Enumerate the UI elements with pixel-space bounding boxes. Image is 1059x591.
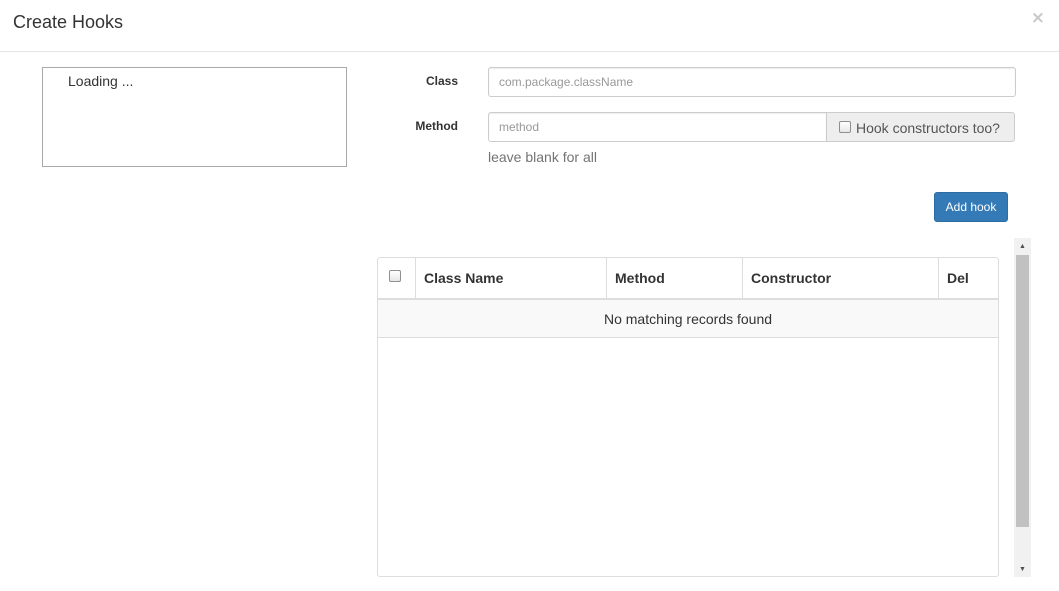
hooks-table: Class Name Method Constructor Del No mat… xyxy=(377,257,999,577)
close-icon[interactable]: × xyxy=(1031,10,1045,27)
method-help-text: leave blank for all xyxy=(488,149,597,165)
select-all-header xyxy=(378,258,415,298)
table-header: Class Name Method Constructor Del xyxy=(378,258,998,300)
column-header-del[interactable]: Del xyxy=(938,258,998,298)
arrow-up-icon[interactable]: ▲ xyxy=(1014,238,1031,254)
tree-loading-text: Loading ... xyxy=(68,73,134,89)
empty-table-message: No matching records found xyxy=(378,300,998,338)
hook-constructors-addon: Hook constructors too? xyxy=(826,112,1015,142)
column-header-method[interactable]: Method xyxy=(606,258,742,298)
modal-header: Create Hooks × xyxy=(0,0,1059,52)
vertical-scrollbar[interactable]: ▲ ▼ xyxy=(1014,238,1031,577)
arrow-down-icon[interactable]: ▼ xyxy=(1014,561,1031,577)
method-input[interactable] xyxy=(488,112,827,142)
class-tree-panel[interactable]: Loading ... xyxy=(42,67,347,167)
hook-constructors-label[interactable]: Hook constructors too? xyxy=(856,120,1000,136)
modal-title: Create Hooks xyxy=(13,12,124,32)
class-label: Class xyxy=(425,74,458,88)
hook-constructors-checkbox[interactable] xyxy=(839,121,851,133)
column-header-class-name[interactable]: Class Name xyxy=(415,258,606,298)
select-all-checkbox[interactable] xyxy=(389,269,401,282)
class-input[interactable] xyxy=(488,67,1016,97)
scrollbar-thumb[interactable] xyxy=(1016,255,1029,527)
column-header-constructor[interactable]: Constructor xyxy=(742,258,938,298)
method-label: Method xyxy=(415,119,458,133)
add-hook-button[interactable]: Add hook xyxy=(934,192,1008,222)
